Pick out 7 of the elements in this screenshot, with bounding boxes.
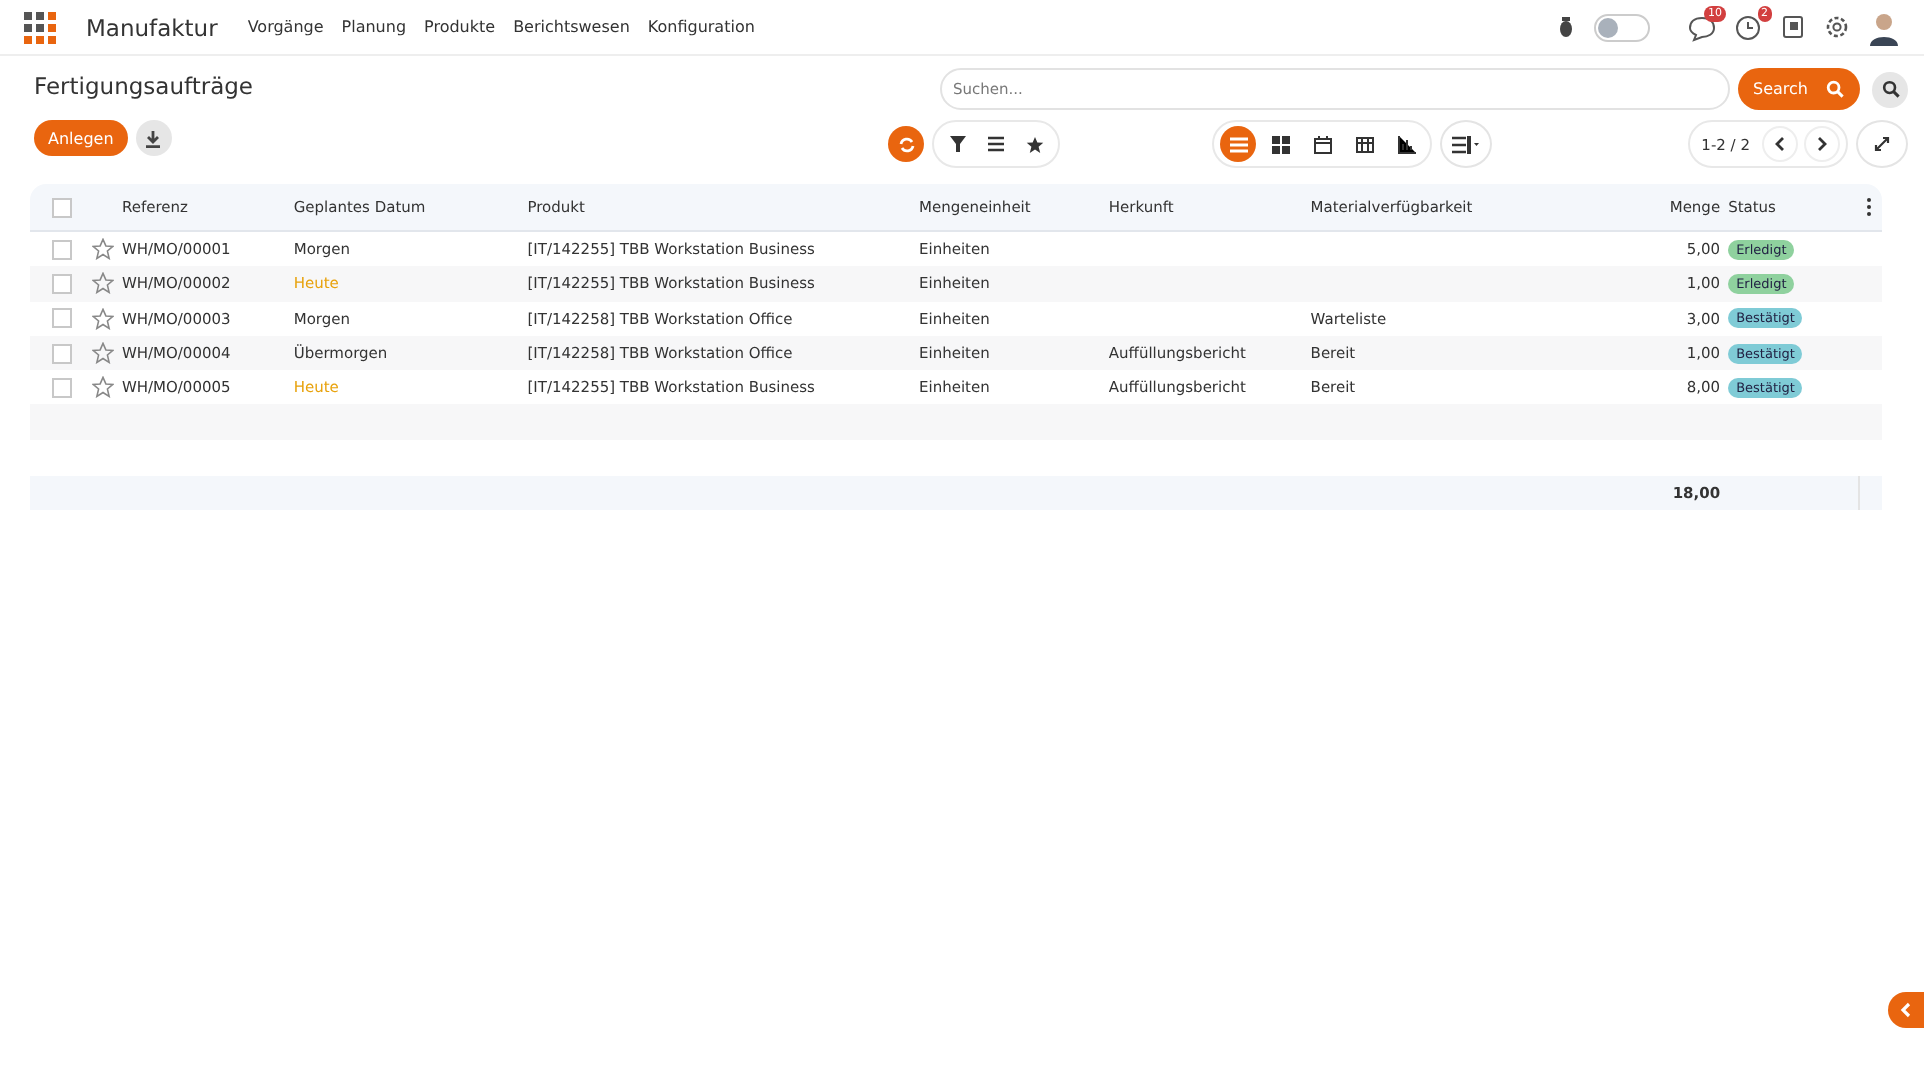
menu-item[interactable]: Planung [341,18,407,36]
app-name[interactable]: Manufaktur [86,13,218,41]
menu-item[interactable]: Konfiguration [647,18,755,36]
menu-item[interactable]: Berichtswesen [513,18,630,36]
menu-item[interactable]: Produkte [424,18,496,36]
menu-item[interactable]: Vorgänge [247,18,324,36]
page-title: Fertigungsaufträge [34,72,256,100]
